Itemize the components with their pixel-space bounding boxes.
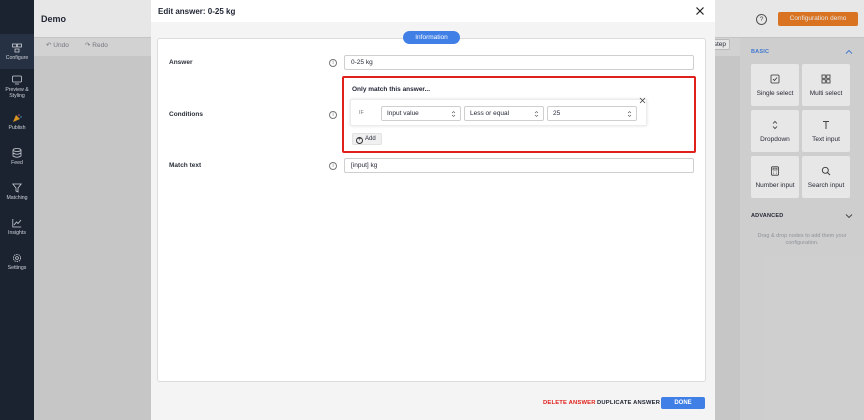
answer-input[interactable]: 0-25 kg: [344, 55, 694, 70]
condition-value: 25: [553, 110, 561, 117]
duplicate-answer-button[interactable]: DUPLICATE ANSWER: [597, 400, 660, 406]
delete-answer-button[interactable]: DELETE ANSWER: [543, 400, 596, 406]
info-icon[interactable]: i: [329, 59, 337, 67]
plus-circle-icon: +: [356, 137, 363, 144]
updown-icon: [451, 111, 456, 117]
edit-answer-modal: Edit answer: 0-25 kg Information Answer …: [151, 0, 715, 420]
modal-header: Edit answer: 0-25 kg: [151, 0, 715, 22]
remove-condition-icon[interactable]: [639, 97, 646, 104]
conditions-heading: Only match this answer...: [352, 86, 431, 93]
close-icon[interactable]: [694, 5, 706, 17]
done-button[interactable]: DONE: [661, 397, 705, 409]
modal-title: Edit answer: 0-25 kg: [158, 7, 236, 16]
condition-field-select[interactable]: Input value: [381, 106, 461, 121]
condition-if-label: IF: [359, 110, 364, 116]
updown-icon: [534, 111, 539, 117]
answer-label: Answer: [169, 59, 193, 66]
tab-information[interactable]: Information: [403, 31, 460, 44]
add-condition-button[interactable]: + Add: [352, 133, 382, 145]
condition-row: IF Input value Less or equal 25: [350, 99, 647, 126]
match-text-label: Match text: [169, 162, 202, 169]
updown-icon: [627, 111, 632, 117]
match-text-input[interactable]: [input] kg: [344, 158, 694, 173]
condition-operator-select[interactable]: Less or equal: [464, 106, 544, 121]
info-icon[interactable]: i: [329, 162, 337, 170]
condition-operator-value: Less or equal: [470, 110, 510, 117]
conditions-label: Conditions: [169, 111, 203, 118]
condition-field-value: Input value: [387, 110, 419, 117]
condition-value-stepper[interactable]: 25: [547, 106, 637, 121]
conditions-highlight: Only match this answer... IF Input value…: [342, 76, 696, 153]
add-label: Add: [365, 136, 376, 142]
info-icon[interactable]: i: [329, 111, 337, 119]
